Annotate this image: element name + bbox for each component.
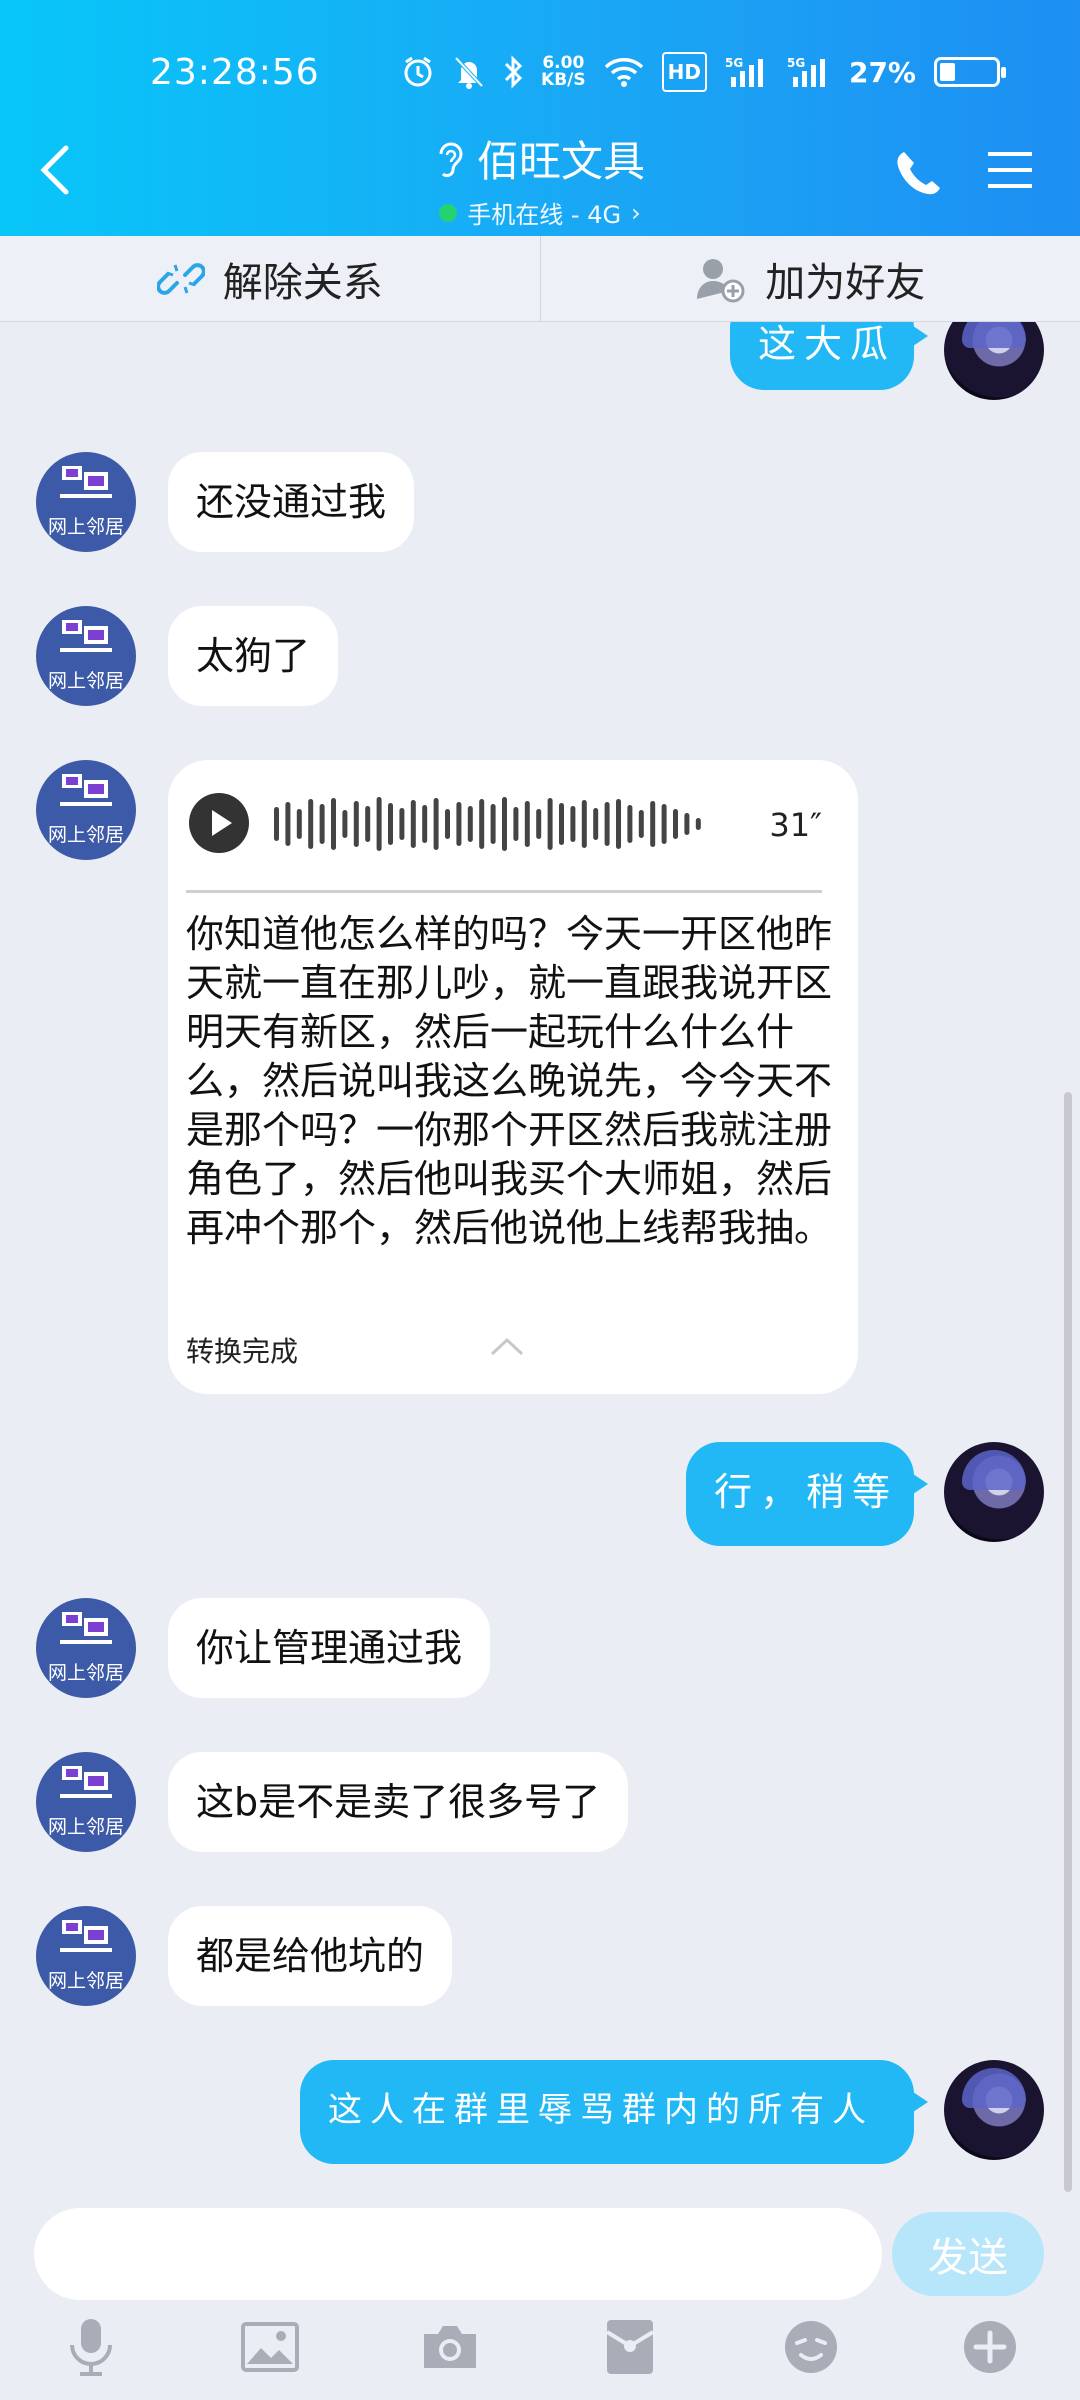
message-bubble-incoming[interactable]: 还没通过我: [168, 452, 415, 552]
computer-icon: [60, 774, 112, 806]
voice-duration: 31″: [769, 806, 822, 844]
online-status-dot: [439, 203, 458, 222]
mute-bell-icon: [453, 52, 485, 92]
computer-icon: [60, 620, 112, 652]
online-status-text: 手机在线 - 4G: [467, 201, 622, 229]
battery-percent: 27%: [848, 55, 916, 89]
voice-transcript: 你知道他怎么样的吗？今天一开区他昨天就一直在那儿吵，就一直跟我说开区明天有新区，…: [186, 912, 833, 1250]
contact-avatar[interactable]: 网上邻居: [36, 1906, 136, 2006]
contact-avatar[interactable]: 网上邻居: [36, 606, 136, 706]
signal-sim2-icon: 5G: [787, 52, 831, 92]
bluetooth-icon: [503, 52, 523, 92]
red-packet-icon[interactable]: [595, 2312, 665, 2382]
my-avatar[interactable]: [944, 1442, 1044, 1542]
computer-icon: [60, 1612, 112, 1644]
message-bubble-outgoing[interactable]: 行，稍等: [686, 1442, 928, 1546]
my-avatar[interactable]: [944, 2060, 1044, 2160]
my-avatar[interactable]: [944, 322, 1044, 400]
unlink-button[interactable]: 解除关系: [0, 236, 540, 321]
add-friend-label: 加为好友: [765, 259, 926, 306]
unlink-label: 解除关系: [222, 259, 383, 306]
message-input[interactable]: [34, 2208, 882, 2300]
contact-avatar[interactable]: 网上邻居: [36, 1752, 136, 1852]
wifi-icon: [604, 52, 644, 92]
phone-call-button[interactable]: [890, 146, 944, 200]
status-time: 23:28:56: [150, 52, 320, 93]
menu-button[interactable]: [986, 148, 1034, 192]
link-broken-icon: [156, 262, 205, 295]
computer-icon: [60, 1920, 112, 1952]
play-icon: [189, 793, 249, 853]
contact-avatar[interactable]: 网上邻居: [36, 452, 136, 552]
message-bubble-outgoing[interactable]: 这人在群里辱骂群内的所有人: [300, 2060, 928, 2164]
message-bubble-incoming[interactable]: 这b是不是卖了很多号了: [168, 1752, 629, 1852]
battery-fill: [940, 63, 955, 81]
image-icon[interactable]: [235, 2312, 305, 2382]
play-button[interactable]: [188, 792, 250, 854]
battery-icon: [934, 52, 1006, 92]
message-bubble-incoming[interactable]: 都是给他坑的: [168, 1906, 453, 2006]
voice-divider: [186, 890, 822, 893]
computer-icon: [60, 1766, 112, 1798]
chevron-right-icon: ›: [631, 198, 641, 227]
message-list[interactable]: 这大瓜 网上邻居 还没通过我 网上邻居 太狗了 网上邻居 31″ 你知道他怎么样…: [0, 322, 1080, 2192]
relationship-action-bar: 解除关系 加为好友: [0, 236, 1080, 322]
plus-icon[interactable]: [955, 2312, 1025, 2382]
message-bubble-outgoing[interactable]: 这大瓜: [730, 322, 928, 390]
network-speed: 6.00 KB/S: [541, 53, 586, 90]
contact-avatar[interactable]: 网上邻居: [36, 1598, 136, 1698]
svg-text:5G: 5G: [787, 56, 805, 70]
add-friend-button[interactable]: 加为好友: [541, 236, 1080, 321]
voice-waveform: [274, 797, 701, 851]
voice-message-card[interactable]: 31″ 你知道他怎么样的吗？今天一开区他昨天就一直在那儿吵，就一直跟我说开区明天…: [168, 760, 858, 1394]
status-icons: 6.00 KB/S HD 5G 5G 27%: [401, 52, 1006, 92]
composer: 发送: [0, 2192, 1080, 2400]
composer-toolbar: [0, 2312, 1080, 2400]
svg-text:5G: 5G: [725, 56, 743, 70]
mic-icon[interactable]: [56, 2312, 126, 2382]
chat-header: 23:28:56 6.00 KB/S HD 5G 5G 27% 佰旺文具 手机在…: [0, 0, 1080, 236]
hd-voice-badge: HD: [661, 52, 707, 92]
message-bubble-incoming[interactable]: 太狗了: [168, 606, 339, 706]
collapse-chevron-up-icon[interactable]: [490, 1336, 524, 1356]
conversion-status: 转换完成: [186, 1335, 299, 1368]
add-user-icon: [697, 258, 745, 302]
send-button[interactable]: 发送: [892, 2212, 1044, 2296]
alarm-icon: [401, 52, 435, 92]
signal-sim1-icon: 5G: [725, 52, 769, 92]
computer-icon: [60, 466, 112, 498]
emoji-icon[interactable]: [776, 2312, 846, 2382]
chat-scrollbar[interactable]: [1064, 1092, 1072, 2192]
ear-icon: [439, 142, 463, 177]
camera-icon[interactable]: [415, 2312, 485, 2382]
message-bubble-incoming[interactable]: 你让管理通过我: [168, 1598, 491, 1698]
contact-avatar[interactable]: 网上邻居: [36, 760, 136, 860]
contact-name: 佰旺文具: [476, 137, 645, 186]
